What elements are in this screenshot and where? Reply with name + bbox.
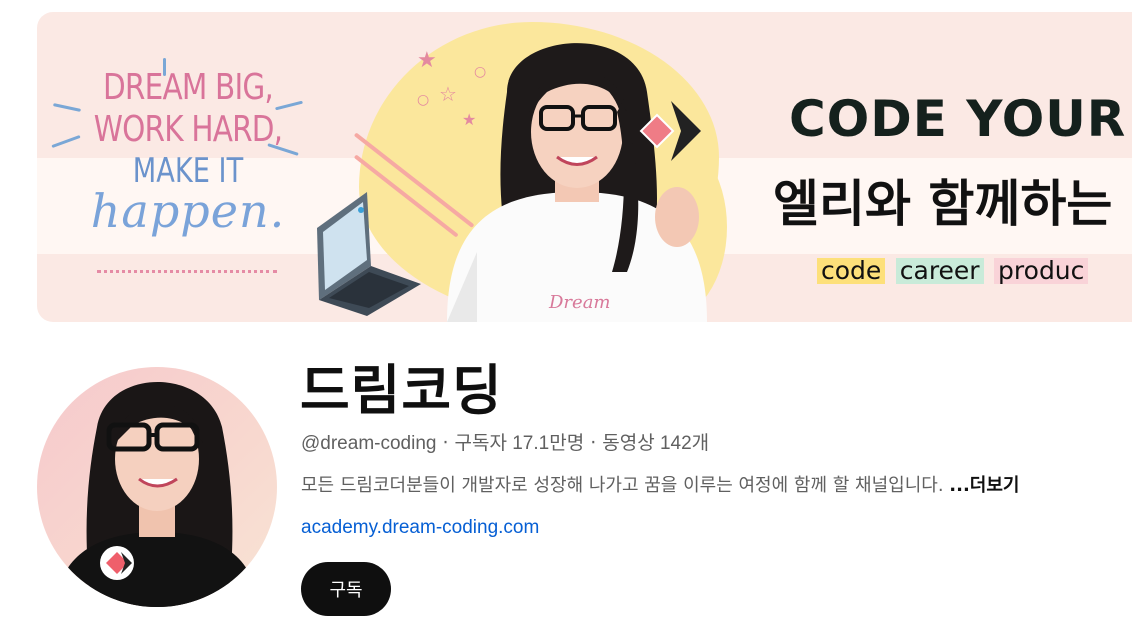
meta-separator: ‧ [590, 433, 597, 454]
description-text: 모든 드림코더분들이 개발자로 성장해 나가고 꿈을 이루는 여정에 함께 할 … [301, 475, 944, 496]
channel-avatar[interactable] [37, 367, 277, 607]
subscribe-button[interactable]: 구독 [301, 562, 391, 616]
avatar-photo [57, 382, 257, 607]
banner-subtitle: 엘리와 함께하는 [773, 175, 1113, 233]
banner-tag-career: career [895, 258, 984, 284]
motto-line: happen. [90, 184, 286, 238]
laptop-icon [317, 192, 421, 316]
banner-title: CODE YOUR [789, 90, 1127, 148]
dream-coding-logo-icon [639, 101, 701, 161]
banner-tag-code: code [817, 258, 886, 284]
star-icon: ○ [417, 92, 430, 108]
channel-meta: @dream-coding ‧ 구독자 17.1만명 ‧ 동영상 142개 [301, 428, 709, 455]
banner-tags: code career produc [817, 258, 1094, 284]
shirt-text: Dream [548, 292, 611, 313]
motto-lettering: DREAM BIG, WORK HARD, MAKE IT happen. [73, 67, 303, 238]
meta-separator: ‧ [442, 433, 449, 454]
video-count: 동영상 142개 [602, 433, 710, 454]
star-icon: ★ [417, 48, 437, 73]
channel-description[interactable]: 모든 드림코더분들이 개발자로 성장해 나가고 꿈을 이루는 여정에 함께 할 … [301, 471, 1132, 497]
more-button[interactable]: ...더보기 [949, 475, 1019, 496]
channel-handle: @dream-coding [301, 433, 437, 454]
channel-link[interactable]: academy.dream-coding.com [301, 517, 539, 539]
channel-name: 드림코딩 [300, 359, 503, 422]
wave-decoration [97, 260, 277, 273]
motto-line: MAKE IT [132, 151, 244, 191]
subscriber-count: 구독자 17.1만명 [454, 433, 585, 454]
banner-person-photo: Dream [447, 43, 707, 322]
motto-line: DREAM BIG, [103, 67, 274, 108]
motto-line: WORK HARD, [93, 109, 283, 150]
banner-tag-product: produc [994, 258, 1089, 284]
channel-page: DREAM BIG, WORK HARD, MAKE IT happen. ★ … [0, 0, 1132, 619]
channel-banner: DREAM BIG, WORK HARD, MAKE IT happen. ★ … [37, 12, 1132, 322]
